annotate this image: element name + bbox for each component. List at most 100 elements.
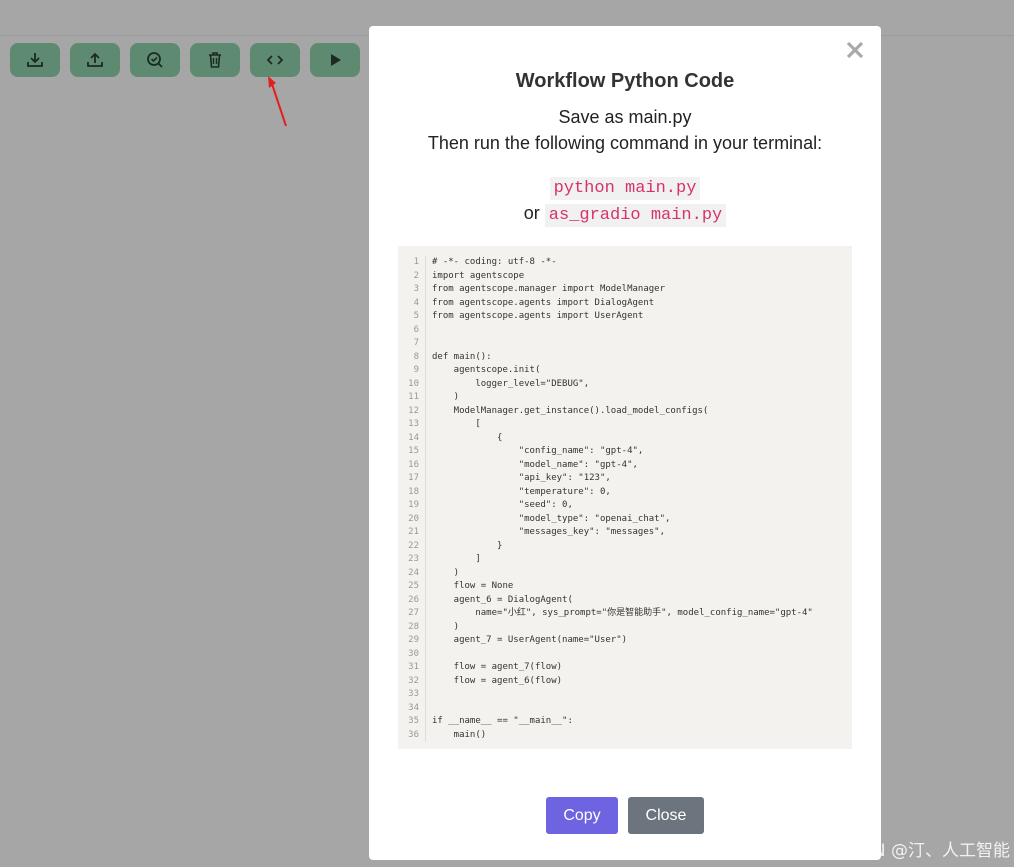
- code-text: "model_name": "gpt-4",: [432, 459, 638, 470]
- code-line: 36 main(): [398, 728, 852, 742]
- code-line: 23 ]: [398, 553, 852, 567]
- line-number: 28: [398, 620, 426, 634]
- line-number: 3: [398, 283, 426, 297]
- code-line: 26 agent_6 = DialogAgent(: [398, 593, 852, 607]
- line-number: 14: [398, 431, 426, 445]
- line-number: 35: [398, 715, 426, 729]
- line-number: 21: [398, 526, 426, 540]
- line-number: 24: [398, 566, 426, 580]
- code-line: 15 "config_name": "gpt-4",: [398, 445, 852, 459]
- command-line2: or as_gradio main.py: [369, 203, 881, 227]
- code-text: {: [432, 432, 503, 443]
- download-button[interactable]: [10, 43, 60, 77]
- line-number: 36: [398, 728, 426, 742]
- code-text: from agentscope.manager import ModelMana…: [432, 284, 665, 294]
- annotation-arrow-icon: [268, 76, 287, 127]
- code-line: 2 import agentscope: [398, 269, 852, 283]
- code-text: ModelManager.get_instance().load_model_c…: [432, 405, 709, 416]
- code-line: 14 {: [398, 431, 852, 445]
- watermark: CSDN @汀、人工智能: [837, 841, 1010, 861]
- trash-icon: [209, 52, 221, 68]
- copy-button[interactable]: Copy: [546, 797, 618, 834]
- upload-icon: [87, 52, 103, 67]
- line-number: 12: [398, 404, 426, 418]
- check-button[interactable]: [130, 43, 180, 77]
- code-text: "api_key": "123",: [432, 473, 611, 483]
- line-number: 25: [398, 580, 426, 594]
- line-number: 5: [398, 310, 426, 324]
- code-block[interactable]: 1 # -*- coding: utf-8 -*- 2 import agentsco…: [398, 246, 852, 749]
- code-line: 6: [398, 323, 852, 337]
- line-number: 18: [398, 485, 426, 499]
- code-text: ]: [432, 554, 481, 564]
- code-text: logger_level="DEBUG",: [432, 378, 590, 389]
- code-line: 27 name="小红", sys_prompt="你是智能助手", model…: [398, 607, 852, 621]
- code-text: flow = agent_6(flow): [432, 675, 563, 686]
- play-icon: [331, 54, 341, 66]
- line-number: 33: [398, 688, 426, 702]
- code-text: # -*- coding: utf-8 -*-: [432, 257, 557, 267]
- code-text: agentscope.init(: [432, 365, 541, 375]
- search-check-icon: [147, 52, 163, 68]
- code-text: main(): [432, 729, 487, 740]
- line-number: 9: [398, 364, 426, 378]
- code-line: 16 "model_name": "gpt-4",: [398, 458, 852, 472]
- code-text: }: [432, 540, 503, 551]
- close-button[interactable]: Close: [628, 797, 704, 834]
- code-line: 1 # -*- coding: utf-8 -*-: [398, 256, 852, 270]
- code-text: if __name__ == "__main__":: [432, 716, 573, 726]
- or-text: or: [523, 203, 540, 223]
- line-number: 2: [398, 269, 426, 283]
- line-number: 34: [398, 701, 426, 715]
- line-number: 13: [398, 418, 426, 432]
- line-number: 1: [398, 256, 426, 270]
- line-number: 26: [398, 593, 426, 607]
- line-number: 6: [398, 323, 426, 337]
- code-text: flow = None: [432, 581, 514, 591]
- code-line: 24 ): [398, 566, 852, 580]
- line-number: 15: [398, 445, 426, 459]
- line-number: 10: [398, 377, 426, 391]
- upload-button[interactable]: [70, 43, 120, 77]
- command-python: python main.py: [549, 177, 701, 200]
- code-text: def main():: [432, 351, 492, 362]
- code-line: 29 agent_7 = UserAgent(name="User"): [398, 634, 852, 648]
- code-text: from agentscope.agents import UserAgent: [432, 311, 644, 321]
- command-line1: python main.py: [369, 176, 881, 200]
- code-line: 8 def main():: [398, 350, 852, 364]
- code-text: "seed": 0,: [432, 500, 573, 510]
- code-line: 30: [398, 647, 852, 661]
- code-text: flow = agent_7(flow): [432, 662, 563, 672]
- line-number: 8: [398, 350, 426, 364]
- code-text: "config_name": "gpt-4",: [432, 446, 644, 456]
- close-icon[interactable]: [841, 36, 869, 64]
- instruction-line2: Then run the following command in your t…: [427, 133, 823, 153]
- line-number: 16: [398, 458, 426, 472]
- code-modal: Workflow Python Code Save as main.py The…: [369, 26, 881, 860]
- code-icon: [266, 55, 284, 65]
- code-line: 4 from agentscope.agents import DialogAge…: [398, 296, 852, 310]
- code-line: 32 flow = agent_6(flow): [398, 674, 852, 688]
- code-line: 7: [398, 337, 852, 351]
- code-line: 19 "seed": 0,: [398, 499, 852, 513]
- code-line: 33: [398, 688, 852, 702]
- toolbar: [10, 43, 360, 77]
- line-number: 17: [398, 472, 426, 486]
- code-text: ): [432, 567, 460, 578]
- code-text: "model_type": "openai_chat",: [432, 513, 671, 524]
- line-number: 7: [398, 337, 426, 351]
- code-line: 17 "api_key": "123",: [398, 472, 852, 486]
- code-line: 11 ): [398, 391, 852, 405]
- code-line: 25 flow = None: [398, 580, 852, 594]
- line-number: 4: [398, 296, 426, 310]
- delete-button[interactable]: [190, 43, 240, 77]
- line-number: 23: [398, 553, 426, 567]
- code-line: 10 logger_level="DEBUG",: [398, 377, 852, 391]
- run-button[interactable]: [310, 43, 360, 77]
- code-line: 31 flow = agent_7(flow): [398, 661, 852, 675]
- line-number: 32: [398, 674, 426, 688]
- code-line: 28 ): [398, 620, 852, 634]
- line-number: 29: [398, 634, 426, 648]
- code-line: 20 "model_type": "openai_chat",: [398, 512, 852, 526]
- command-gradio: as_gradio main.py: [544, 204, 727, 227]
